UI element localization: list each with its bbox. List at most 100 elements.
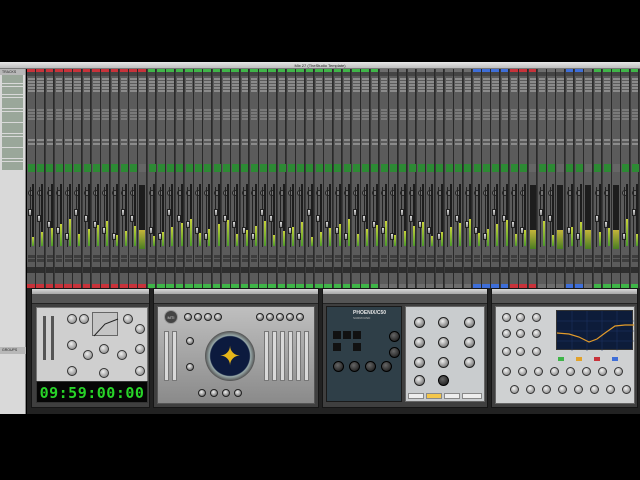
insert-slot[interactable]: [380, 81, 388, 83]
record-button[interactable]: [622, 255, 629, 258]
output-selector[interactable]: [353, 143, 360, 145]
send-slot[interactable]: [250, 115, 258, 117]
automation-mode-button[interactable]: [297, 164, 305, 172]
track-name-plate[interactable]: [175, 72, 184, 76]
send-slot[interactable]: [418, 118, 425, 120]
output-selector[interactable]: [390, 143, 397, 145]
send-slot[interactable]: [529, 109, 537, 111]
channel-strip[interactable]: [398, 69, 408, 288]
send-slot[interactable]: [408, 118, 416, 120]
automation-mode-button[interactable]: [538, 164, 546, 172]
send-slot[interactable]: [297, 115, 304, 117]
track-name-plate[interactable]: [166, 72, 174, 76]
insert-slot[interactable]: [223, 78, 230, 80]
input-selector[interactable]: [213, 139, 221, 141]
solo-button[interactable]: [37, 259, 44, 262]
automation-mode-button[interactable]: [148, 164, 156, 172]
insert-slot[interactable]: [408, 78, 416, 80]
insert-slot[interactable]: [241, 87, 249, 89]
solo-button[interactable]: [65, 259, 72, 262]
insert-slot[interactable]: [520, 81, 527, 83]
insert-slot[interactable]: [445, 84, 453, 86]
record-button[interactable]: [529, 255, 537, 258]
insert-slot[interactable]: [55, 87, 63, 89]
insert-slot[interactable]: [315, 90, 323, 92]
send-slot[interactable]: [510, 115, 518, 117]
track-name-plate[interactable]: [184, 72, 193, 76]
knob-icon[interactable]: [214, 313, 222, 321]
insert-slot[interactable]: [74, 90, 81, 92]
insert-slot[interactable]: [594, 90, 602, 92]
knob-icon[interactable]: [186, 337, 194, 345]
insert-slot[interactable]: [232, 78, 239, 80]
send-slot[interactable]: [37, 118, 44, 120]
output-selector[interactable]: [371, 143, 379, 145]
knob-icon[interactable]: [438, 317, 449, 328]
send-slot[interactable]: [380, 112, 388, 114]
record-button[interactable]: [483, 255, 490, 258]
track-name-plate[interactable]: [491, 72, 500, 76]
insert-slot[interactable]: [102, 78, 109, 80]
insert-slot[interactable]: [566, 87, 574, 89]
insert-slot[interactable]: [575, 87, 583, 89]
send-slot[interactable]: [622, 109, 629, 111]
output-selector[interactable]: [315, 143, 323, 145]
send-slot[interactable]: [575, 112, 583, 114]
channel-strip[interactable]: [547, 69, 556, 288]
track-name-plate[interactable]: [203, 72, 212, 76]
output-selector[interactable]: [130, 143, 137, 145]
knob-icon[interactable]: [464, 357, 475, 368]
channel-strip[interactable]: [129, 69, 138, 288]
record-button[interactable]: [278, 255, 286, 258]
track-name-plate[interactable]: [259, 72, 267, 76]
send-slot[interactable]: [148, 115, 156, 117]
record-button[interactable]: [631, 255, 639, 258]
output-selector[interactable]: [408, 143, 416, 145]
solo-button[interactable]: [297, 259, 304, 262]
input-selector[interactable]: [120, 139, 128, 141]
channel-strip[interactable]: [212, 69, 222, 288]
automation-mode-button[interactable]: [64, 164, 72, 172]
knob-icon[interactable]: [296, 313, 304, 321]
channel-strip[interactable]: [361, 69, 371, 288]
send-slot[interactable]: [204, 112, 211, 114]
send-slot[interactable]: [148, 109, 156, 111]
knob-icon[interactable]: [516, 329, 525, 338]
solo-button[interactable]: [492, 259, 499, 262]
insert-slot[interactable]: [473, 90, 481, 92]
send-slot[interactable]: [427, 112, 434, 114]
solo-button[interactable]: [325, 259, 332, 262]
solo-button[interactable]: [501, 259, 509, 262]
insert-slot[interactable]: [380, 87, 388, 89]
input-selector[interactable]: [380, 139, 388, 141]
solo-button[interactable]: [83, 259, 91, 262]
record-button[interactable]: [130, 255, 137, 258]
knob-icon[interactable]: [502, 313, 511, 322]
input-selector[interactable]: [46, 139, 54, 141]
insert-slot[interactable]: [464, 90, 472, 92]
insert-slot[interactable]: [185, 78, 193, 80]
record-button[interactable]: [548, 255, 555, 258]
output-selector[interactable]: [594, 143, 602, 145]
knob-icon[interactable]: [135, 324, 145, 334]
insert-slot[interactable]: [613, 81, 620, 83]
record-button[interactable]: [176, 255, 184, 258]
output-selector[interactable]: [306, 143, 314, 145]
solo-button[interactable]: [362, 259, 369, 262]
input-selector[interactable]: [111, 139, 119, 141]
insert-slot[interactable]: [250, 90, 258, 92]
track-name-plate[interactable]: [157, 72, 165, 76]
insert-slot[interactable]: [380, 84, 388, 86]
output-selector[interactable]: [176, 143, 184, 145]
insert-slot[interactable]: [585, 78, 592, 80]
send-slot[interactable]: [566, 115, 574, 117]
output-selector[interactable]: [65, 143, 72, 145]
record-button[interactable]: [37, 255, 44, 258]
automation-mode-button[interactable]: [139, 164, 147, 172]
insert-slot[interactable]: [585, 87, 592, 89]
track-name-plate[interactable]: [36, 72, 44, 76]
insert-slot[interactable]: [510, 84, 518, 86]
automation-mode-button[interactable]: [102, 164, 110, 172]
insert-slot[interactable]: [520, 87, 527, 89]
solo-button[interactable]: [315, 259, 323, 262]
